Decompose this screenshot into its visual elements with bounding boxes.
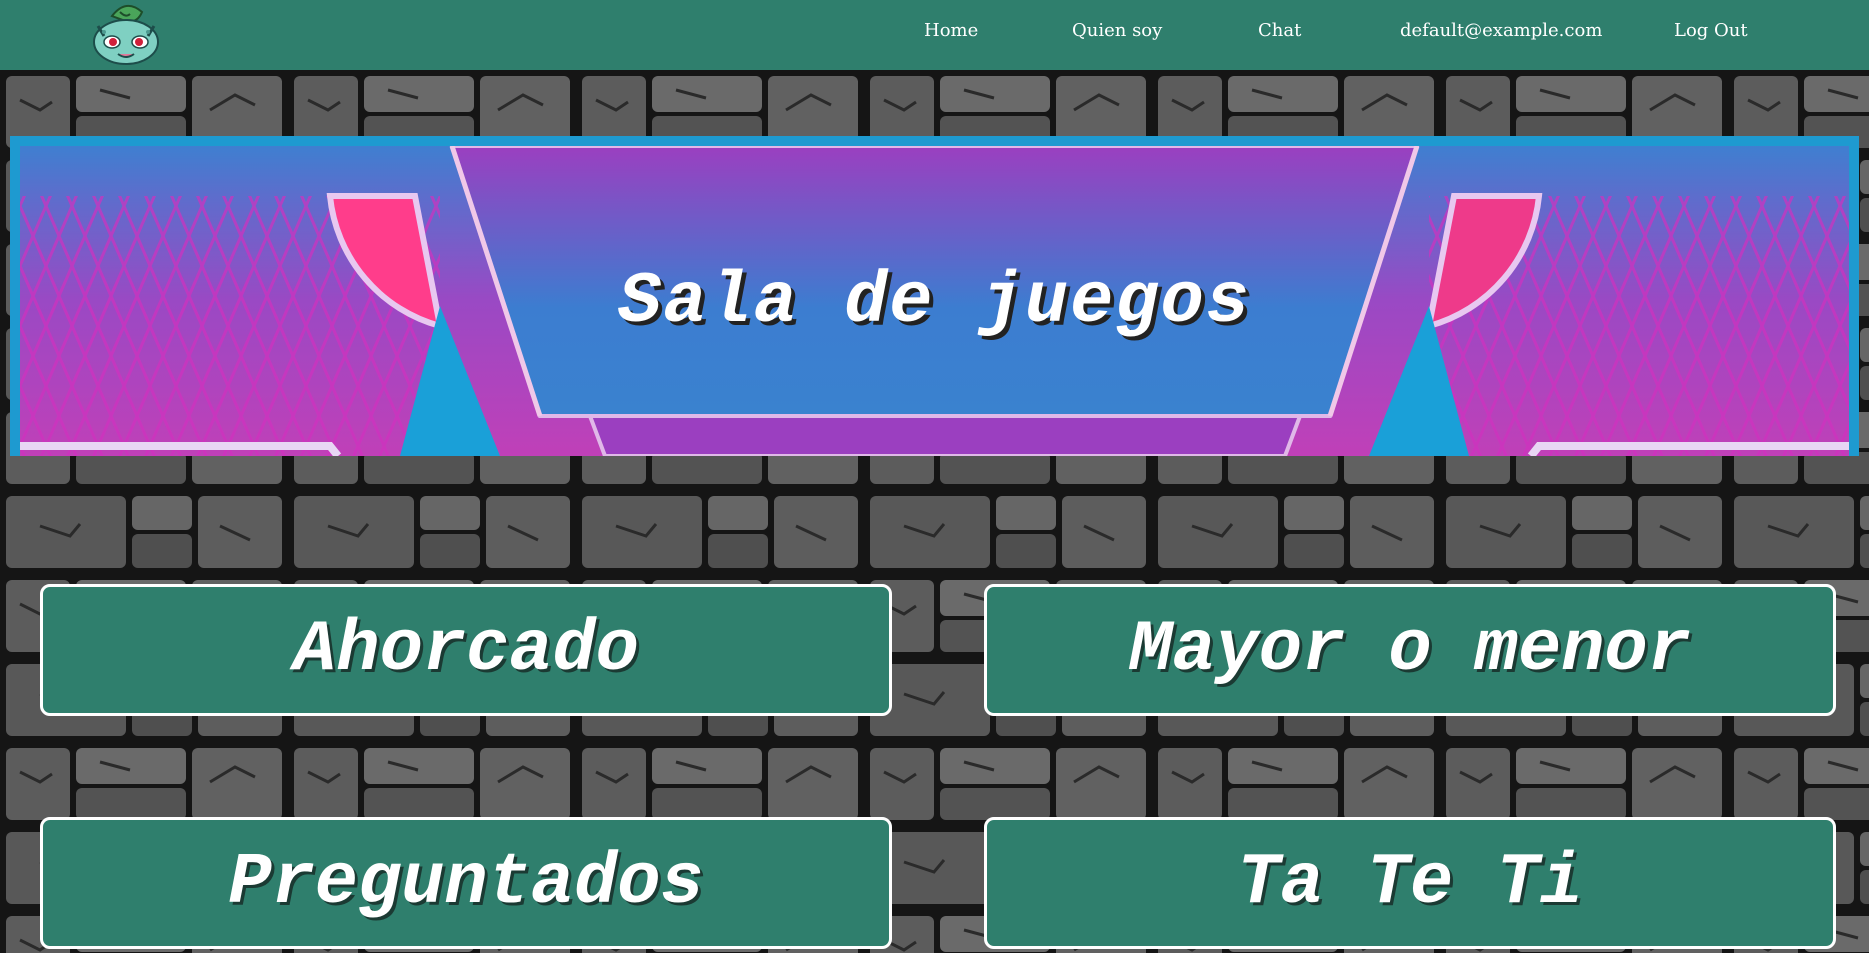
mayor-o-menor-game-button[interactable]: Mayor o menor <box>984 584 1836 716</box>
bulbasaur-logo-icon[interactable] <box>90 2 162 66</box>
logout-link[interactable]: Log Out <box>1674 20 1748 41</box>
sala-de-juegos-banner: Sala de juegos <box>10 136 1859 456</box>
user-email-link[interactable]: default@example.com <box>1400 20 1602 41</box>
nav-chat-link[interactable]: Chat <box>1258 20 1301 41</box>
ta-te-ti-game-button[interactable]: Ta Te Ti <box>984 817 1836 949</box>
nav-quien-soy-link[interactable]: Quien soy <box>1072 20 1162 41</box>
top-navbar: Home Quien soy Chat default@example.com … <box>0 0 1869 70</box>
preguntados-game-button[interactable]: Preguntados <box>40 817 892 949</box>
nav-home-link[interactable]: Home <box>924 20 978 41</box>
ahorcado-game-button[interactable]: Ahorcado <box>40 584 892 716</box>
page-title: Sala de juegos <box>618 261 1251 343</box>
